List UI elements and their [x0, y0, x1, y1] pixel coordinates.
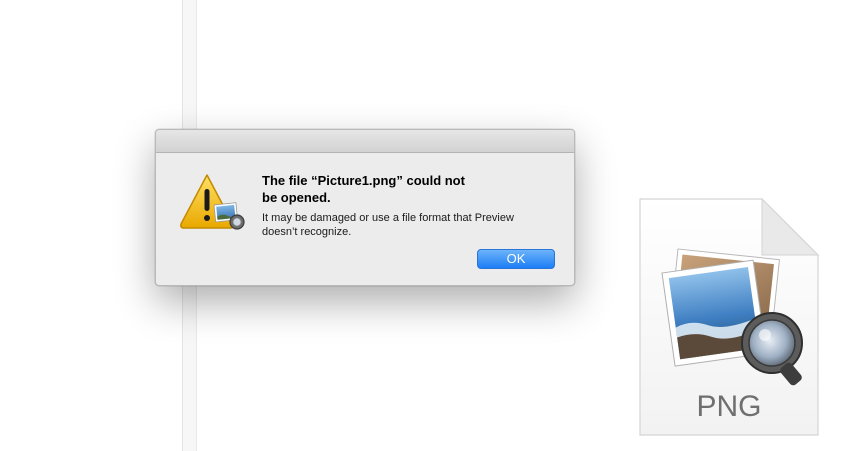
ok-button[interactable]: OK	[477, 249, 555, 269]
alert-title: The file “Picture1.png” could not be ope…	[262, 172, 502, 206]
alert-title-line-1: The file “Picture1.png” could not	[262, 173, 465, 188]
alert-title-line-2: be opened.	[262, 190, 331, 205]
alert-message: It may be damaged or use a file format t…	[262, 211, 562, 239]
dialog-titlebar[interactable]	[156, 130, 574, 153]
alert-message-line-1: It may be damaged or use a file format t…	[262, 212, 514, 224]
file-extension-label: PNG	[696, 390, 762, 423]
alert-dialog: The file “Picture1.png” could not be ope…	[155, 129, 575, 286]
warning-icon	[180, 174, 245, 230]
alert-message-line-2: doesn’t recognize.	[262, 226, 352, 238]
